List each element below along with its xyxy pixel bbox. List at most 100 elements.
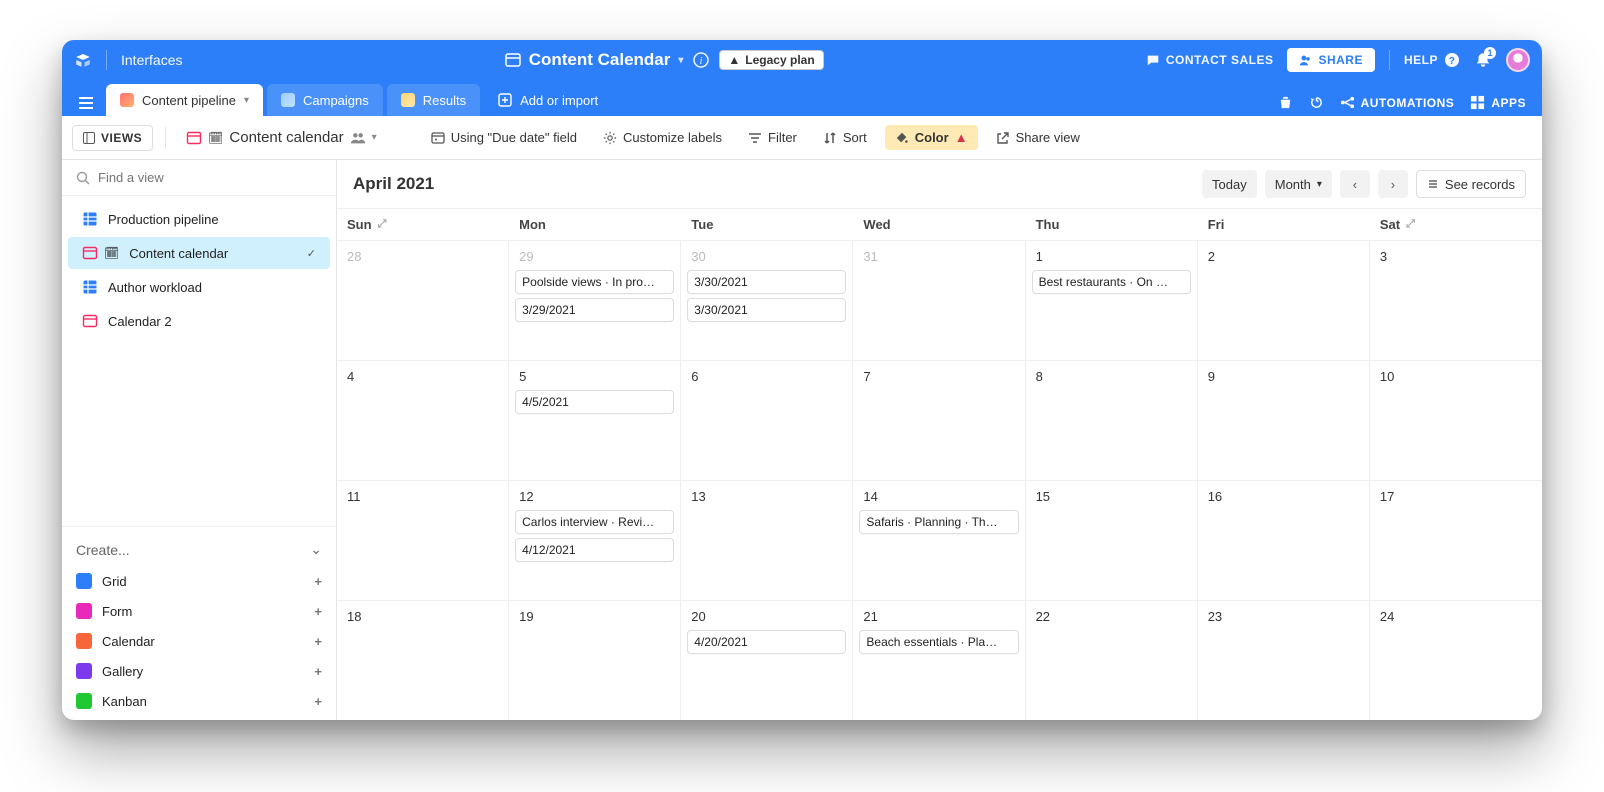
day-cell[interactable]: 21 Beach essentials · Pla… bbox=[853, 601, 1025, 720]
view-item-content-calendar[interactable]: 🗓 Content calendar ✓ bbox=[68, 237, 330, 269]
add-import-button[interactable]: Add or import bbox=[484, 84, 612, 116]
day-cell[interactable]: 20 4/20/2021 bbox=[681, 601, 853, 720]
people-icon bbox=[1299, 54, 1312, 67]
notifications-button[interactable]: 1 bbox=[1474, 51, 1492, 69]
tab-campaigns[interactable]: Campaigns bbox=[267, 84, 383, 116]
view-search-input[interactable] bbox=[98, 170, 322, 185]
view-item-calendar-2[interactable]: Calendar 2 bbox=[68, 305, 330, 337]
plus-icon: + bbox=[314, 664, 322, 679]
logo-icon[interactable] bbox=[74, 51, 92, 69]
day-cell[interactable]: 30 3/30/2021 3/30/2021 bbox=[681, 241, 853, 361]
share-button[interactable]: SHARE bbox=[1287, 48, 1375, 72]
create-form[interactable]: Form + bbox=[76, 596, 322, 626]
help-link[interactable]: HELP ? bbox=[1404, 52, 1460, 68]
calendar-event[interactable]: Safaris · Planning · Th… bbox=[859, 510, 1018, 534]
create-gallery[interactable]: Gallery + bbox=[76, 656, 322, 686]
day-cell[interactable]: 3 bbox=[1370, 241, 1542, 361]
see-records-button[interactable]: See records bbox=[1416, 170, 1526, 198]
day-cell[interactable]: 11 bbox=[337, 481, 509, 601]
grid-view-icon bbox=[82, 211, 98, 227]
create-kanban[interactable]: Kanban + bbox=[76, 686, 322, 716]
day-cell[interactable]: 1 Best restaurants · On … bbox=[1026, 241, 1198, 361]
see-records-label: See records bbox=[1445, 177, 1515, 192]
day-cell[interactable]: 19 bbox=[509, 601, 681, 720]
day-cell[interactable]: 4 bbox=[337, 361, 509, 481]
tab-content-pipeline[interactable]: Content pipeline ▾ bbox=[106, 84, 263, 116]
share-view-button[interactable]: Share view bbox=[988, 125, 1088, 150]
chevron-down-icon: ▾ bbox=[1317, 179, 1322, 190]
date-field-button[interactable]: Using "Due date" field bbox=[423, 125, 585, 150]
automations-label: AUTOMATIONS bbox=[1361, 96, 1455, 110]
day-cell[interactable]: 10 bbox=[1370, 361, 1542, 481]
color-button[interactable]: Color ▲ bbox=[885, 125, 978, 150]
apps-button[interactable]: APPS bbox=[1470, 95, 1526, 110]
day-cell[interactable]: 22 bbox=[1026, 601, 1198, 720]
day-cell[interactable]: 15 bbox=[1026, 481, 1198, 601]
topbar-left: Interfaces bbox=[74, 50, 182, 70]
filter-button[interactable]: Filter bbox=[740, 125, 805, 150]
day-cell[interactable]: 6 bbox=[681, 361, 853, 481]
scale-dropdown[interactable]: Month ▾ bbox=[1265, 170, 1332, 198]
create-item-label: Kanban bbox=[102, 694, 147, 709]
day-cell[interactable]: 8 bbox=[1026, 361, 1198, 481]
calendar-event[interactable]: Poolside views · In pro… bbox=[515, 270, 674, 294]
view-item-author-workload[interactable]: Author workload bbox=[68, 271, 330, 303]
history-button[interactable] bbox=[1309, 95, 1324, 110]
share-label: SHARE bbox=[1318, 53, 1363, 67]
day-cell[interactable]: 28 bbox=[337, 241, 509, 361]
view-label: Author workload bbox=[108, 280, 202, 295]
day-cell[interactable]: 29 Poolside views · In pro… 3/29/2021 bbox=[509, 241, 681, 361]
calendar-event[interactable]: Beach essentials · Pla… bbox=[859, 630, 1018, 654]
trash-button[interactable] bbox=[1278, 95, 1293, 110]
day-cell[interactable]: 17 bbox=[1370, 481, 1542, 601]
calendar-event[interactable]: 3/30/2021 bbox=[687, 270, 846, 294]
calendar-event[interactable]: 4/12/2021 bbox=[515, 538, 674, 562]
day-cell[interactable]: 23 bbox=[1198, 601, 1370, 720]
views-sidebar-toggle[interactable]: VIEWS bbox=[72, 125, 153, 151]
day-cell[interactable]: 7 bbox=[853, 361, 1025, 481]
day-cell[interactable]: 18 bbox=[337, 601, 509, 720]
base-title[interactable]: Content Calendar ▾ bbox=[505, 50, 684, 70]
day-cell[interactable]: 13 bbox=[681, 481, 853, 601]
avatar[interactable] bbox=[1506, 48, 1530, 72]
calendar-event[interactable]: Carlos interview · Revi… bbox=[515, 510, 674, 534]
svg-text:?: ? bbox=[1449, 56, 1456, 67]
calendar-event[interactable]: Best restaurants · On … bbox=[1032, 270, 1191, 294]
day-cell[interactable]: 12 Carlos interview · Revi… 4/12/2021 bbox=[509, 481, 681, 601]
current-view-button[interactable]: 🗓 Content calendar ▾ bbox=[178, 124, 385, 151]
day-number: 10 bbox=[1376, 367, 1536, 386]
day-cell[interactable]: 31 bbox=[853, 241, 1025, 361]
prev-button[interactable]: ‹ bbox=[1340, 170, 1370, 198]
today-button[interactable]: Today bbox=[1202, 170, 1257, 198]
calendar-event[interactable]: 3/30/2021 bbox=[687, 298, 846, 322]
view-item-production-pipeline[interactable]: Production pipeline bbox=[68, 203, 330, 235]
create-grid[interactable]: Grid + bbox=[76, 566, 322, 596]
create-header[interactable]: Create... ⌄ bbox=[76, 537, 322, 566]
day-cell[interactable]: 14 Safaris · Planning · Th… bbox=[853, 481, 1025, 601]
tab-results[interactable]: Results bbox=[387, 84, 480, 116]
contact-sales-link[interactable]: CONTACT SALES bbox=[1146, 53, 1274, 67]
menu-button[interactable] bbox=[70, 90, 102, 116]
expand-icon[interactable]: ⤢ bbox=[1406, 218, 1415, 231]
day-cell[interactable]: 16 bbox=[1198, 481, 1370, 601]
legacy-plan-badge[interactable]: ▲ Legacy plan bbox=[719, 50, 823, 70]
automations-button[interactable]: AUTOMATIONS bbox=[1340, 95, 1455, 110]
calendar-event[interactable]: 4/5/2021 bbox=[515, 390, 674, 414]
sort-button[interactable]: Sort bbox=[815, 125, 875, 150]
plus-icon: + bbox=[314, 574, 322, 589]
create-item-label: Grid bbox=[102, 574, 127, 589]
calendar-event[interactable]: 4/20/2021 bbox=[687, 630, 846, 654]
day-cell[interactable]: 5 4/5/2021 bbox=[509, 361, 681, 481]
calendar-event[interactable]: 3/29/2021 bbox=[515, 298, 674, 322]
next-button[interactable]: › bbox=[1378, 170, 1408, 198]
day-cell[interactable]: 24 bbox=[1370, 601, 1542, 720]
expand-icon[interactable]: ⤢ bbox=[378, 218, 387, 231]
day-cell[interactable]: 9 bbox=[1198, 361, 1370, 481]
create-calendar[interactable]: Calendar + bbox=[76, 626, 322, 656]
info-icon[interactable]: i bbox=[693, 52, 709, 68]
interfaces-link[interactable]: Interfaces bbox=[121, 52, 182, 68]
customize-labels-button[interactable]: Customize labels bbox=[595, 125, 730, 150]
plus-icon bbox=[498, 93, 512, 107]
chevron-down-icon: ▾ bbox=[678, 55, 683, 66]
day-cell[interactable]: 2 bbox=[1198, 241, 1370, 361]
